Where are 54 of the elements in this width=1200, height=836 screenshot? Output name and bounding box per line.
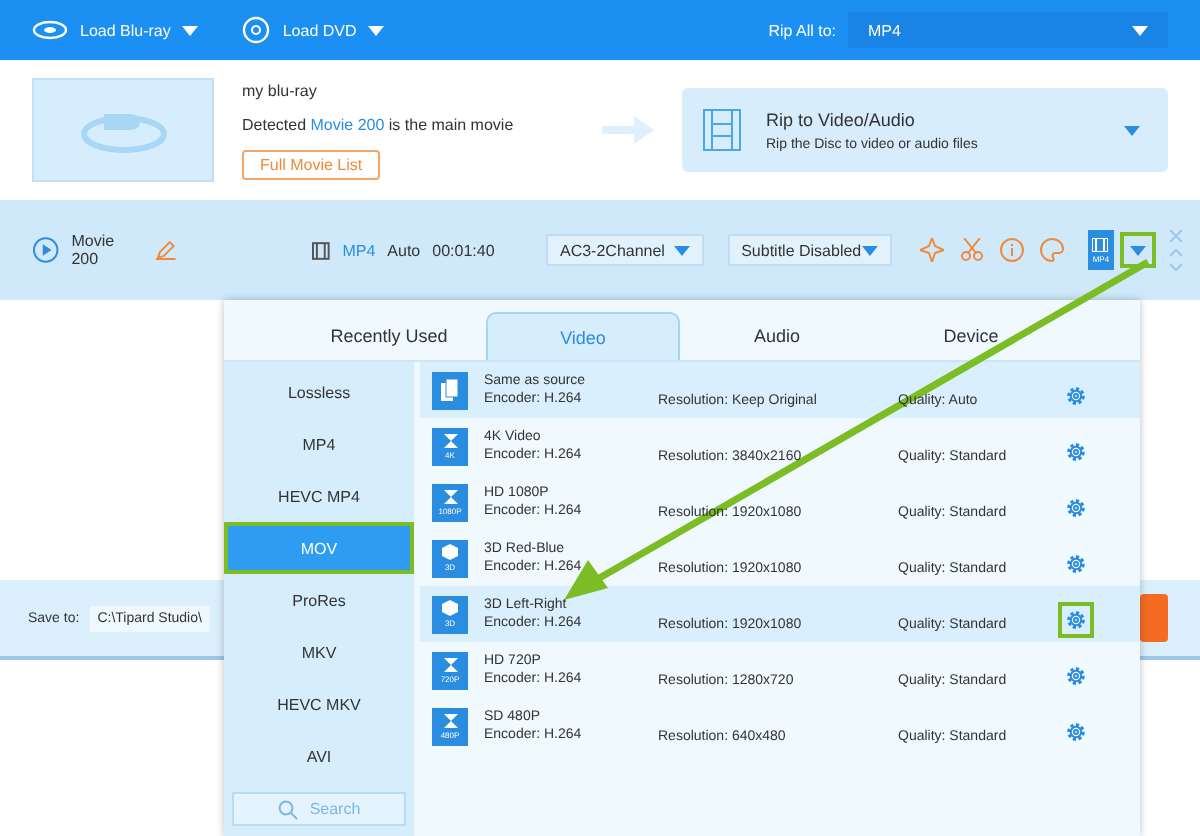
pencil-icon[interactable] [155,240,176,260]
rip-mode-title: Rip to Video/Audio [766,109,917,129]
copy-icon [432,371,468,409]
caret-icon [673,245,690,255]
category-item[interactable]: HEVC MP4 [224,470,414,522]
film-icon [1092,237,1109,251]
category-item[interactable]: MP4 [224,418,414,470]
format-dropdown-button[interactable] [1120,232,1156,268]
format-tab[interactable]: Audio [680,312,874,360]
search-icon [277,799,298,819]
category-item[interactable]: HEVC MKV [224,678,414,730]
bluray-disc-icon [32,20,68,40]
settings-icon [1064,720,1088,744]
caret-icon [1130,245,1147,255]
rip-all-label: Rip All to: [768,21,836,39]
subtitle-select[interactable]: Subtitle Disabled [727,234,892,266]
caret-icon [368,25,385,35]
movie-quality: Auto [387,241,421,259]
sparkle-icon[interactable] [919,238,944,262]
detected-movie-text: Detected Movie 200 is the main movie [242,115,514,133]
settings-icon [1064,496,1088,520]
close-icon[interactable] [1168,228,1184,244]
category-item[interactable]: MKV [224,626,414,678]
caret-icon [861,245,878,255]
category-item[interactable]: ProRes [224,574,414,626]
film-strip-icon [702,108,742,152]
settings-icon [1064,384,1088,408]
film-icon [312,241,331,259]
category-item[interactable]: Lossless [224,366,414,418]
settings-icon [1064,664,1088,688]
format-tab[interactable]: Device [874,312,1068,360]
movie-duration: 00:01:40 [432,241,495,259]
category-item[interactable]: AVI [224,730,414,782]
play-icon[interactable] [32,236,60,264]
settings-icon [1064,552,1088,576]
settings-button[interactable] [1058,602,1094,638]
right-arrow-icon [602,116,654,144]
caret-icon [1132,25,1148,35]
audio-track-select[interactable]: AC3-2Channel [545,234,704,266]
movie-name: Movie 200 [71,232,117,268]
info-icon[interactable] [999,238,1024,262]
rip-all-select[interactable]: MP4 [848,12,1168,48]
settings-icon [1064,608,1088,632]
format-tab[interactable]: Recently Used [292,312,486,360]
caret-icon [1124,125,1140,135]
palette-icon[interactable] [1039,238,1064,262]
disc-icon [242,16,271,44]
movie-format: MP4 [342,241,376,259]
settings-icon [1064,440,1088,464]
disc-title: my blu-ray [242,81,317,99]
up-chevron-icon[interactable] [1168,248,1184,258]
scissors-icon[interactable] [959,238,984,262]
caret-icon [182,25,199,35]
down-chevron-icon[interactable] [1168,262,1184,272]
